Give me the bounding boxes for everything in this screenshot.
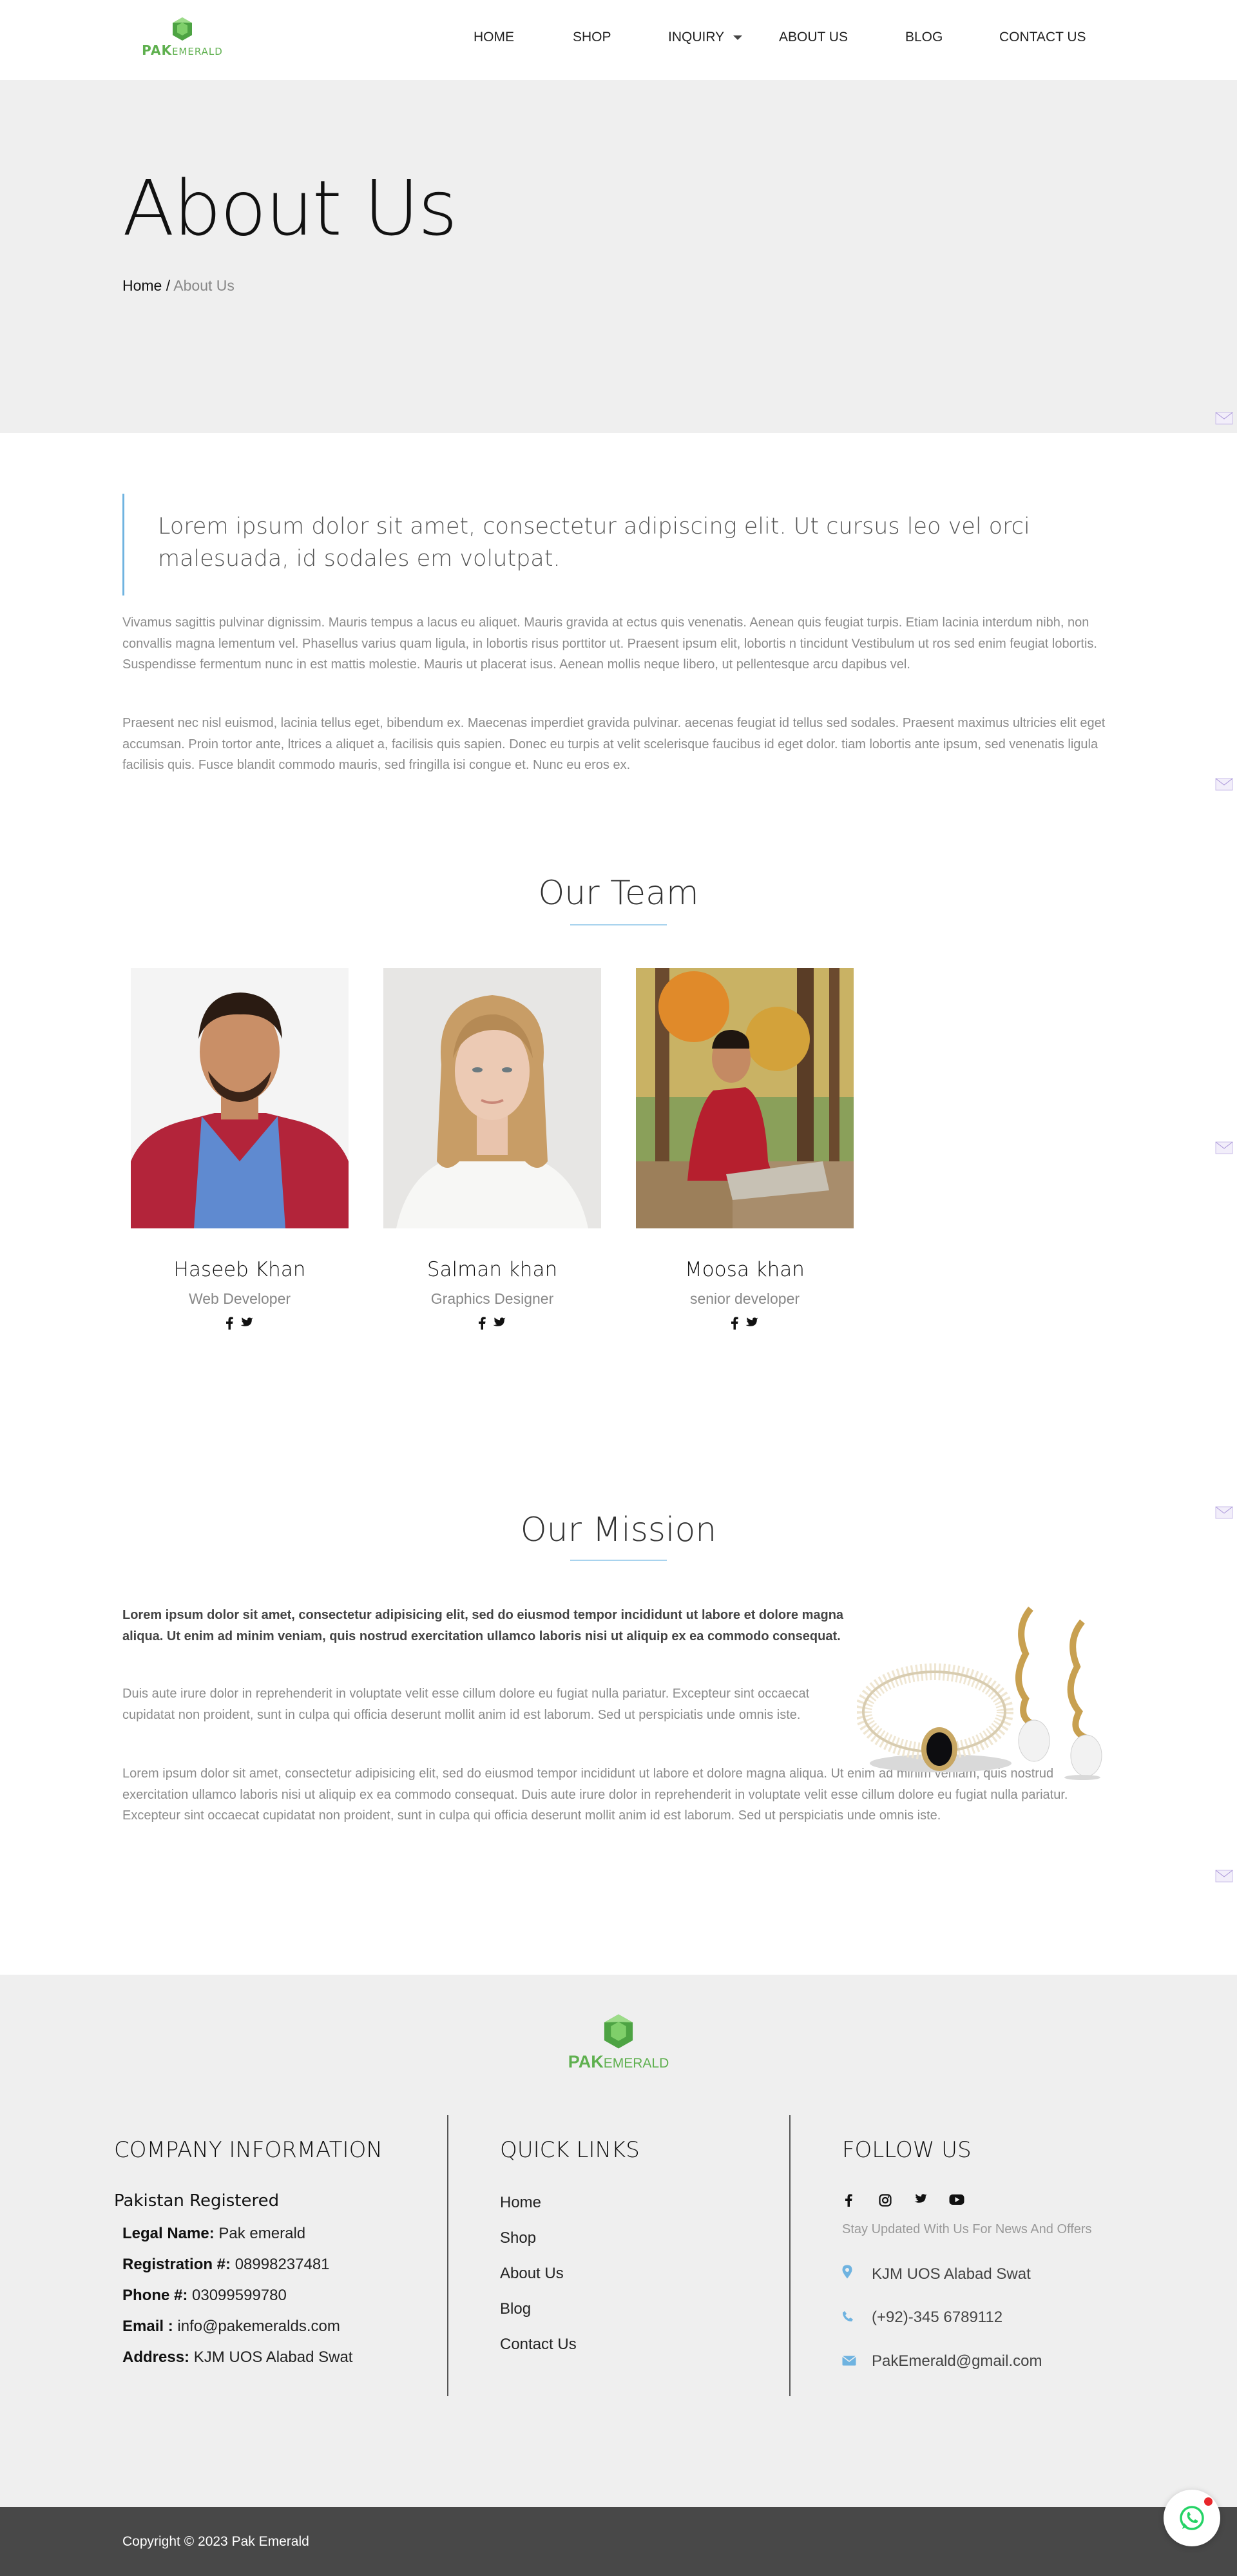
- company-registered-heading: Pakistan Registered: [114, 2191, 280, 2211]
- breadcrumb-home[interactable]: Home: [122, 277, 162, 294]
- follow-us-title: FOLLOW US: [842, 2137, 972, 2163]
- instagram-icon[interactable]: [879, 2194, 892, 2210]
- footer-divider: [789, 2115, 791, 2396]
- facebook-icon[interactable]: [845, 2194, 852, 2210]
- twitter-icon[interactable]: [745, 1317, 759, 1332]
- team-member-name: Haseeb Khan: [173, 1258, 306, 1281]
- company-info-title: COMPANY INFORMATION: [114, 2137, 383, 2163]
- breadcrumb-current: About Us: [173, 277, 235, 294]
- team-member-name: Salman khan: [427, 1258, 558, 1281]
- footer-contact-phone: (+92)-345 6789112: [842, 2309, 1002, 2327]
- team-member-social: [131, 1317, 349, 1333]
- whatsapp-chat-button[interactable]: [1164, 2490, 1220, 2546]
- quick-link-home[interactable]: Home: [500, 2194, 541, 2212]
- twitter-icon[interactable]: [240, 1317, 254, 1332]
- facebook-icon[interactable]: [225, 1317, 233, 1333]
- team-member-card: Moosa khan senior developer: [636, 968, 854, 1333]
- intro-paragraph: Praesent nec nisl euismod, lacinia tellu…: [122, 716, 1106, 772]
- whatsapp-icon: [1180, 2506, 1204, 2530]
- quick-link-contact-us[interactable]: Contact Us: [500, 2336, 577, 2354]
- team-member-name: Moosa khan: [685, 1258, 805, 1281]
- site-footer: PAKEMERALD COMPANY INFORMATION Pakistan …: [0, 1975, 1237, 2507]
- emerald-gem-icon: [173, 17, 192, 41]
- team-member-role: senior developer: [689, 1290, 800, 1307]
- page-banner: About Us Home / About Us: [0, 80, 1237, 433]
- copyright-bar: Copyright © 2023 Pak Emerald: [0, 2507, 1237, 2576]
- team-member-photo: [383, 968, 601, 1228]
- quick-links-title: QUICK LINKS: [500, 2137, 640, 2163]
- mission-paragraph: Duis aute irure dolor in reprehenderit i…: [122, 1687, 810, 1722]
- team-member-photo: [131, 968, 349, 1228]
- company-address: Address: KJM UOS Alabad Swat: [122, 2348, 353, 2366]
- logo-wordmark: PAKEMERALD: [142, 43, 223, 58]
- company-phone: Phone #: 03099599780: [122, 2287, 287, 2304]
- footer-logo[interactable]: PAKEMERALD: [551, 2013, 686, 2072]
- title-underline: [570, 1560, 667, 1561]
- facebook-icon[interactable]: [731, 1317, 738, 1333]
- breadcrumb-separator: /: [162, 277, 174, 294]
- mission-section-title: Our Mission: [520, 1511, 717, 1549]
- page-title: About Us: [122, 164, 457, 253]
- company-registration: Registration #: 08998237481: [122, 2256, 330, 2273]
- facebook-icon[interactable]: [478, 1317, 486, 1333]
- youtube-icon[interactable]: [949, 2194, 964, 2209]
- footer-contact-email: PakEmerald@gmail.com: [842, 2352, 1042, 2370]
- location-pin-icon: [842, 2265, 858, 2283]
- team-member-card: Salman khan Graphics Designer: [383, 968, 601, 1333]
- team-member-role: Web Developer: [188, 1290, 291, 1307]
- intro-quote: Lorem ipsum dolor sit amet, consectetur …: [122, 494, 1115, 596]
- side-mail-icon[interactable]: [1215, 1869, 1233, 1883]
- team-section-title: Our Team: [538, 874, 699, 913]
- mission-lead-paragraph: Lorem ipsum dolor sit amet, consectetur …: [122, 1608, 844, 1643]
- quick-link-shop[interactable]: Shop: [500, 2229, 536, 2247]
- envelope-icon: [842, 2352, 858, 2370]
- footer-contact-address: KJM UOS Alabad Swat: [842, 2265, 1031, 2283]
- company-legal-name: Legal Name: Pak emerald: [122, 2225, 306, 2242]
- title-underline: [570, 924, 667, 925]
- site-logo[interactable]: PAKEMERALD: [131, 17, 234, 66]
- nav-inquiry[interactable]: INQUIRY: [668, 30, 743, 45]
- copyright-text: Copyright © 2023 Pak Emerald: [122, 2534, 309, 2549]
- team-member-card: Haseeb Khan Web Developer: [131, 968, 349, 1333]
- side-mail-icon[interactable]: [1215, 411, 1233, 425]
- team-member-social: [383, 1317, 601, 1333]
- team-member-role: Graphics Designer: [430, 1290, 554, 1307]
- footer-logo-wordmark: PAKEMERALD: [568, 2052, 669, 2071]
- breadcrumb: Home / About Us: [122, 277, 235, 295]
- side-mail-icon[interactable]: [1215, 1141, 1233, 1155]
- nav-about-us[interactable]: ABOUT US: [779, 30, 848, 45]
- team-member-photo: [636, 968, 854, 1228]
- side-mail-icon[interactable]: [1215, 777, 1233, 791]
- quick-link-about-us[interactable]: About Us: [500, 2265, 564, 2283]
- follow-tagline: Stay Updated With Us For News And Offers: [842, 2222, 1092, 2236]
- phone-icon: [842, 2309, 858, 2327]
- nav-home[interactable]: HOME: [474, 30, 514, 45]
- jewelry-image: [855, 1602, 1115, 1780]
- footer-divider: [447, 2115, 448, 2396]
- site-header: PAKEMERALD HOME SHOP INQUIRY ABOUT US BL…: [0, 0, 1237, 80]
- nav-blog[interactable]: BLOG: [905, 30, 943, 45]
- notification-dot: [1204, 2497, 1213, 2506]
- intro-paragraph: Vivamus sagittis pulvinar dignissim. Mau…: [122, 615, 1097, 672]
- twitter-icon[interactable]: [914, 2194, 928, 2209]
- team-member-social: [636, 1317, 854, 1333]
- nav-inquiry-label: INQUIRY: [668, 30, 725, 44]
- quick-link-blog[interactable]: Blog: [500, 2300, 531, 2318]
- emerald-gem-icon: [604, 2014, 633, 2049]
- chevron-down-icon: [733, 35, 743, 40]
- nav-shop[interactable]: SHOP: [573, 30, 611, 45]
- twitter-icon[interactable]: [492, 1317, 506, 1332]
- company-email: Email : info@pakemeralds.com: [122, 2318, 340, 2335]
- nav-contact-us[interactable]: CONTACT US: [999, 30, 1086, 45]
